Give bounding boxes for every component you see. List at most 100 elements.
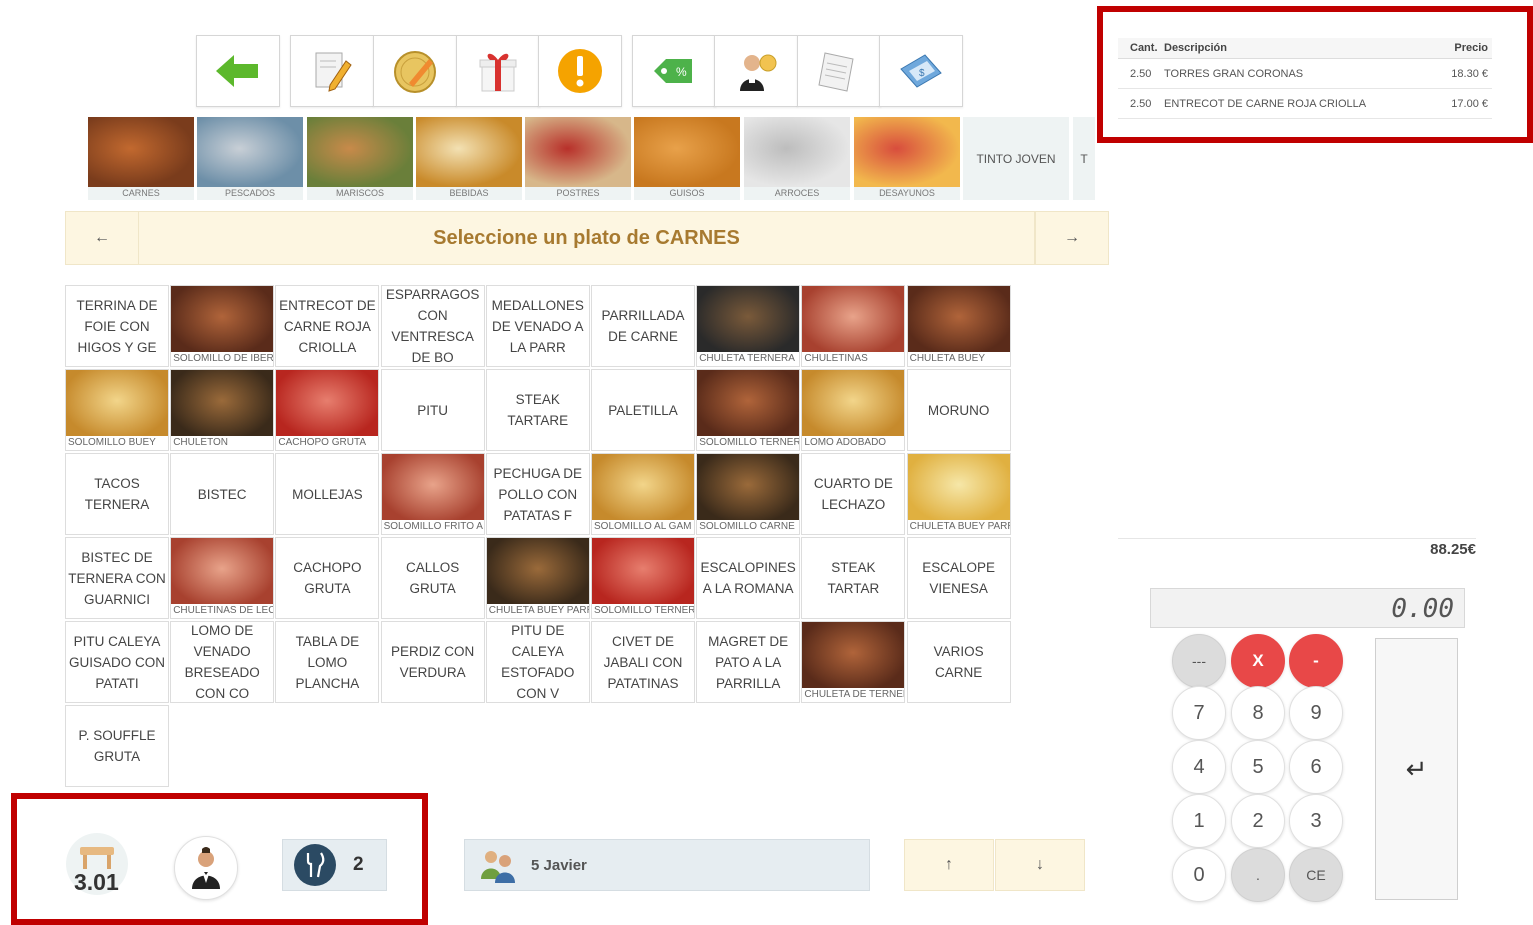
- dish-label: SOLOMILLO TERNER: [697, 436, 801, 450]
- dish-item[interactable]: CHULETINAS DE LEC: [170, 537, 275, 619]
- dish-item[interactable]: CIVET DE JABALI CON PATATINAS: [591, 621, 695, 703]
- dish-item[interactable]: SOLOMILLO DE IBER: [170, 285, 275, 367]
- dish-item[interactable]: TABLA DE LOMO PLANCHA: [275, 621, 380, 703]
- dish-item[interactable]: PARRILLADA DE CARNE: [591, 285, 695, 367]
- dish-item[interactable]: BISTEC: [170, 453, 275, 535]
- dish-item[interactable]: CHULETINAS: [801, 285, 906, 367]
- dish-item[interactable]: STEAK TARTARE: [485, 369, 590, 451]
- dish-item[interactable]: CALLOS GRUTA: [380, 537, 485, 619]
- covers-button[interactable]: 2: [282, 839, 387, 891]
- dish-item[interactable]: ESCALOPE VIENESA: [906, 537, 1011, 619]
- dish-item[interactable]: PALETILLA: [591, 369, 695, 451]
- dish-item[interactable]: CHULETON: [170, 369, 275, 451]
- category-carnes[interactable]: CARNES: [88, 117, 194, 200]
- dish-item[interactable]: SOLOMILLO TERNER: [696, 369, 801, 451]
- dish-item[interactable]: ENTRECOT DE CARNE ROJA CRIOLLA: [275, 285, 380, 367]
- category-postres[interactable]: POSTRES: [525, 117, 631, 200]
- dish-label: PALETILLA: [608, 402, 678, 418]
- category-label: CARNES: [88, 187, 194, 200]
- dish-item[interactable]: STEAK TARTAR: [801, 537, 906, 619]
- next-page-button[interactable]: →: [1035, 211, 1109, 265]
- back-button[interactable]: [196, 35, 280, 107]
- discount-button[interactable]: [373, 35, 457, 107]
- price-tag-button[interactable]: %: [632, 35, 716, 107]
- category-pescados[interactable]: PESCADOS: [197, 117, 303, 200]
- category-desayunos[interactable]: DESAYUNOS: [854, 117, 960, 200]
- key-6[interactable]: 6: [1289, 740, 1343, 794]
- dish-label: CHULETA TERNERA: [697, 352, 800, 366]
- dish-item[interactable]: MORUNO: [906, 369, 1011, 451]
- table-button[interactable]: 3.01: [66, 833, 128, 895]
- cancel-key[interactable]: X: [1231, 634, 1285, 688]
- category-guisos[interactable]: GUISOS: [634, 117, 740, 200]
- waiters-icon: [481, 851, 515, 883]
- dish-item[interactable]: VARIOS CARNE: [906, 621, 1011, 703]
- key-0[interactable]: 0: [1172, 848, 1226, 902]
- waiter-avatar-button[interactable]: [174, 836, 238, 900]
- dish-item[interactable]: SOLOMILLO CARNE: [696, 453, 801, 535]
- dish-label: BISTEC DE TERNERA CON GUARNICI: [68, 549, 166, 607]
- clear-entry-key[interactable]: CE: [1289, 848, 1343, 902]
- dish-item[interactable]: MOLLEJAS: [275, 453, 380, 535]
- dish-item[interactable]: PECHUGA DE POLLO CON PATATAS F: [485, 453, 590, 535]
- dish-item[interactable]: PITU: [380, 369, 485, 451]
- scroll-down-button[interactable]: ↓: [995, 839, 1085, 891]
- edit-button[interactable]: [290, 35, 374, 107]
- dish-item[interactable]: P. SOUFFLE GRUTA: [65, 705, 169, 787]
- category-t[interactable]: T: [1073, 117, 1095, 200]
- dish-item[interactable]: MAGRET DE PATO A LA PARRILLA: [696, 621, 801, 703]
- prev-page-button[interactable]: ←: [65, 211, 139, 265]
- scroll-up-button[interactable]: ↑: [904, 839, 994, 891]
- dish-item[interactable]: SOLOMILLO FRITO A: [380, 453, 485, 535]
- price-tag-icon: %: [654, 59, 692, 83]
- decimal-key[interactable]: .: [1231, 848, 1285, 902]
- key-3[interactable]: 3: [1289, 794, 1343, 848]
- dish-label: SOLOMILLO CARNE: [697, 520, 800, 534]
- dish-item[interactable]: TERRINA DE FOIE CON HIGOS Y GE: [65, 285, 169, 367]
- dish-item[interactable]: CHULETA TERNERA: [696, 285, 801, 367]
- ticket-total: 88.25€: [1118, 538, 1476, 558]
- dish-item[interactable]: BISTEC DE TERNERA CON GUARNICI: [65, 537, 169, 619]
- key-1[interactable]: 1: [1172, 794, 1226, 848]
- key-7[interactable]: 7: [1172, 686, 1226, 740]
- dish-item[interactable]: PITU DE CALEYA ESTOFADO CON V: [485, 621, 590, 703]
- key-5[interactable]: 5: [1231, 740, 1285, 794]
- category-mariscos[interactable]: MARISCOS: [307, 117, 413, 200]
- dish-item[interactable]: CACHOPO GRUTA: [275, 537, 380, 619]
- gift-button[interactable]: [456, 35, 540, 107]
- dish-item[interactable]: CHULETA BUEY: [906, 285, 1011, 367]
- dish-item[interactable]: CACHOPO GRUTA: [275, 369, 380, 451]
- clear-line-key[interactable]: ---: [1172, 634, 1226, 688]
- dish-item[interactable]: ESCALOPINES A LA ROMANA: [696, 537, 801, 619]
- dish-item[interactable]: TACOS TERNERA: [65, 453, 169, 535]
- category-bebidas[interactable]: BEBIDAS: [416, 117, 522, 200]
- dish-item[interactable]: SOLOMILLO BUEY: [65, 369, 169, 451]
- waiter-selector[interactable]: 5 Javier: [464, 839, 870, 891]
- dish-item[interactable]: PERDIZ CON VERDURA: [380, 621, 485, 703]
- dish-item[interactable]: LOMO ADOBADO: [801, 369, 906, 451]
- category-photo: [88, 117, 194, 187]
- dish-item[interactable]: CUARTO DE LECHAZO: [801, 453, 906, 535]
- dish-item[interactable]: CHULETA DE TERNER: [801, 621, 906, 703]
- category-arroces[interactable]: ARROCES: [744, 117, 850, 200]
- dish-item[interactable]: CHULETA BUEY PARR: [485, 537, 590, 619]
- dish-item[interactable]: SOLOMILLO AL GAM: [591, 453, 695, 535]
- waiter-button[interactable]: [714, 35, 798, 107]
- key-4[interactable]: 4: [1172, 740, 1226, 794]
- key-8[interactable]: 8: [1231, 686, 1285, 740]
- key-2[interactable]: 2: [1231, 794, 1285, 848]
- category-label: BEBIDAS: [416, 187, 522, 200]
- key-9[interactable]: 9: [1289, 686, 1343, 740]
- dish-item[interactable]: SOLOMILLO TERNER: [591, 537, 695, 619]
- alert-button[interactable]: [538, 35, 622, 107]
- enter-button[interactable]: ↵: [1375, 638, 1458, 900]
- dish-item[interactable]: ESPARRAGOS CON VENTRESCA DE BO: [380, 285, 485, 367]
- dish-item[interactable]: LOMO DE VENADO BRESEADO CON CO: [170, 621, 275, 703]
- receipt-button[interactable]: [797, 35, 881, 107]
- category-tinto-joven[interactable]: TINTO JOVEN: [963, 117, 1069, 200]
- dish-item[interactable]: CHULETA BUEY PARRILLA S/P: [906, 453, 1011, 535]
- dish-item[interactable]: MEDALLONES DE VENADO A LA PARR: [485, 285, 590, 367]
- minus-key[interactable]: -: [1289, 634, 1343, 688]
- invoice-button[interactable]: $: [879, 35, 963, 107]
- dish-item[interactable]: PITU CALEYA GUISADO CON PATATI: [65, 621, 169, 703]
